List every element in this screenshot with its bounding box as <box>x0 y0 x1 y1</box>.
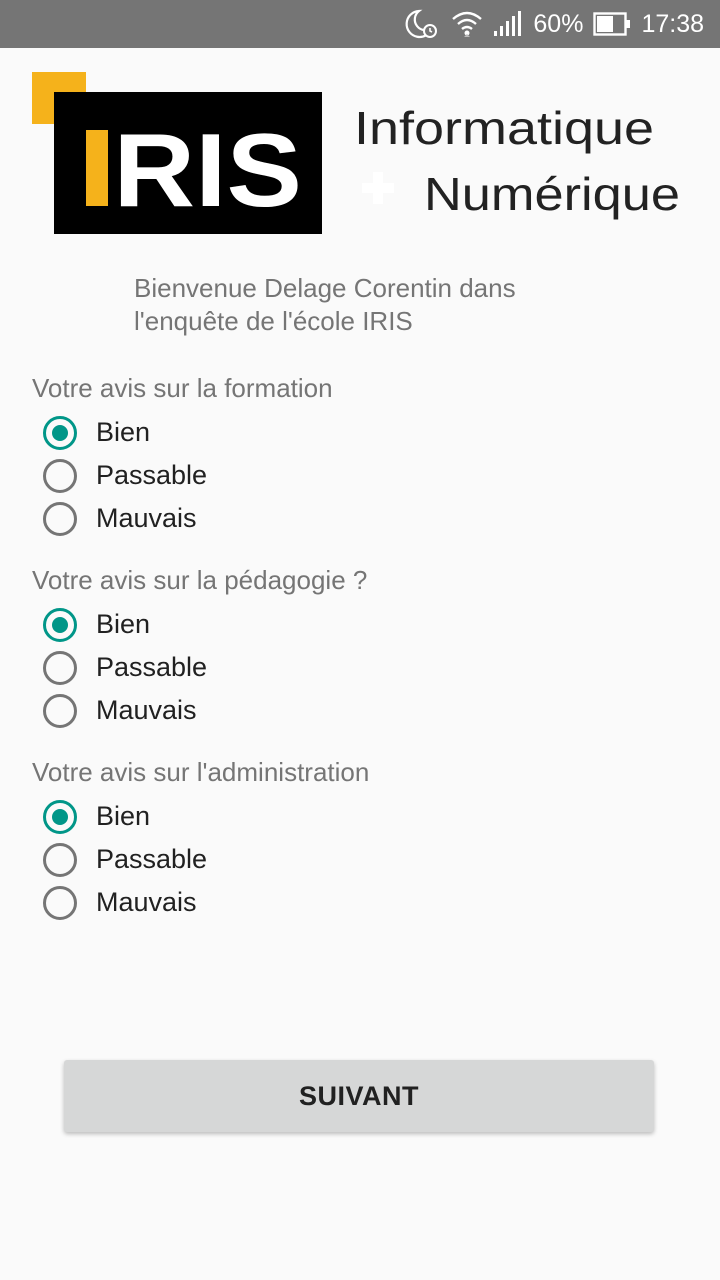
logo-line2: Numérique <box>424 168 680 220</box>
clock: 17:38 <box>641 9 704 38</box>
question-formation: Votre avis sur la formation Bien Passabl… <box>32 369 672 540</box>
status-bar: 60% 17:38 <box>0 0 720 48</box>
radio-button[interactable] <box>43 885 77 920</box>
option-label: Passable <box>96 460 208 490</box>
option-label: Bien <box>96 609 151 639</box>
signal-icon <box>493 11 523 37</box>
battery-icon <box>593 12 631 36</box>
option-label: Bien <box>96 417 151 447</box>
radio-button[interactable] <box>43 693 77 728</box>
option-bien[interactable]: Bien <box>43 411 672 454</box>
option-passable[interactable]: Passable <box>43 646 672 689</box>
radio-button[interactable] <box>43 501 77 536</box>
question-label: Votre avis sur la formation <box>32 373 333 403</box>
iris-logo: IRIS Informatique Numérique <box>32 72 692 242</box>
question-pedagogie: Votre avis sur la pédagogie ? Bien Passa… <box>32 561 672 732</box>
radio-button[interactable] <box>43 458 77 493</box>
option-bien[interactable]: Bien <box>43 795 672 838</box>
logo-brand: IRIS <box>82 113 302 229</box>
option-mauvais[interactable]: Mauvais <box>43 689 672 732</box>
option-passable[interactable]: Passable <box>43 838 672 881</box>
option-label: Mauvais <box>96 887 197 917</box>
option-passable[interactable]: Passable <box>43 454 672 497</box>
option-label: Mauvais <box>96 503 197 533</box>
option-bien[interactable]: Bien <box>43 603 672 646</box>
option-label: Mauvais <box>96 695 197 725</box>
option-mauvais[interactable]: Mauvais <box>43 881 672 924</box>
question-label: Votre avis sur l'administration <box>32 757 370 787</box>
radio-button-checked[interactable] <box>43 607 77 642</box>
welcome-message: Bienvenue Delage Corentin dans l'enquête… <box>134 273 516 336</box>
option-mauvais[interactable]: Mauvais <box>43 497 672 540</box>
logo-line1: Informatique <box>354 102 654 154</box>
option-label: Passable <box>96 844 208 874</box>
status-icons: 60% 17:38 <box>405 0 704 48</box>
radio-button[interactable] <box>43 842 77 877</box>
option-label: Passable <box>96 652 208 682</box>
next-button[interactable]: SUIVANT <box>64 1060 654 1132</box>
option-label: Bien <box>96 801 151 831</box>
question-label: Votre avis sur la pédagogie ? <box>32 565 368 595</box>
radio-button-checked[interactable] <box>43 799 77 834</box>
battery-percent: 60% <box>533 9 584 38</box>
radio-button-checked[interactable] <box>43 415 77 450</box>
question-administration: Votre avis sur l'administration Bien Pas… <box>32 753 672 924</box>
wifi-icon <box>451 9 483 39</box>
radio-button[interactable] <box>43 650 77 685</box>
moon-alarm-icon <box>405 8 441 40</box>
